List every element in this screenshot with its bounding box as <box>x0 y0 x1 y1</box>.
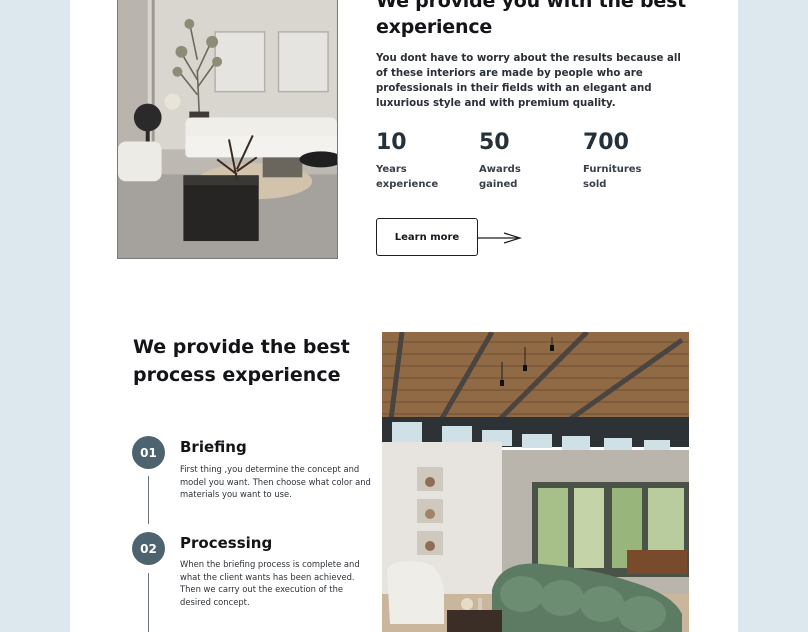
stat-label: Awards gained <box>479 164 521 190</box>
about-title: We provide you with the best experience <box>376 0 687 38</box>
process-title: We provide the best process experience <box>133 336 350 386</box>
step-title: Briefing <box>180 438 247 456</box>
step-connector <box>148 573 149 632</box>
interior-photo <box>382 332 689 632</box>
content-card: We provide you with the best experience … <box>70 0 738 632</box>
stat-value: 50 <box>479 130 510 155</box>
arrow-right-icon[interactable] <box>478 231 522 245</box>
stat-years: 10 Years experience <box>376 128 466 192</box>
step-description: When the briefing process is complete an… <box>180 559 360 607</box>
stat-label: Years experience <box>376 164 439 190</box>
step-description: First thing ,you determine the concept a… <box>180 464 371 499</box>
step-title: Processing <box>180 534 273 552</box>
step-badge: 02 <box>132 532 165 565</box>
stat-label: Furnitures sold <box>583 164 642 190</box>
learn-more-button[interactable]: Learn more <box>376 218 478 256</box>
living-room-photo <box>117 0 338 259</box>
step-badge: 01 <box>132 436 165 469</box>
stat-furnitures: 700 Furnitures sold <box>583 128 673 192</box>
stat-value: 10 <box>376 130 407 155</box>
stat-value: 700 <box>583 130 629 155</box>
step-connector <box>148 476 149 524</box>
about-description: You dont have to worry about the results… <box>376 53 681 109</box>
stat-awards: 50 Awards gained <box>479 128 569 192</box>
